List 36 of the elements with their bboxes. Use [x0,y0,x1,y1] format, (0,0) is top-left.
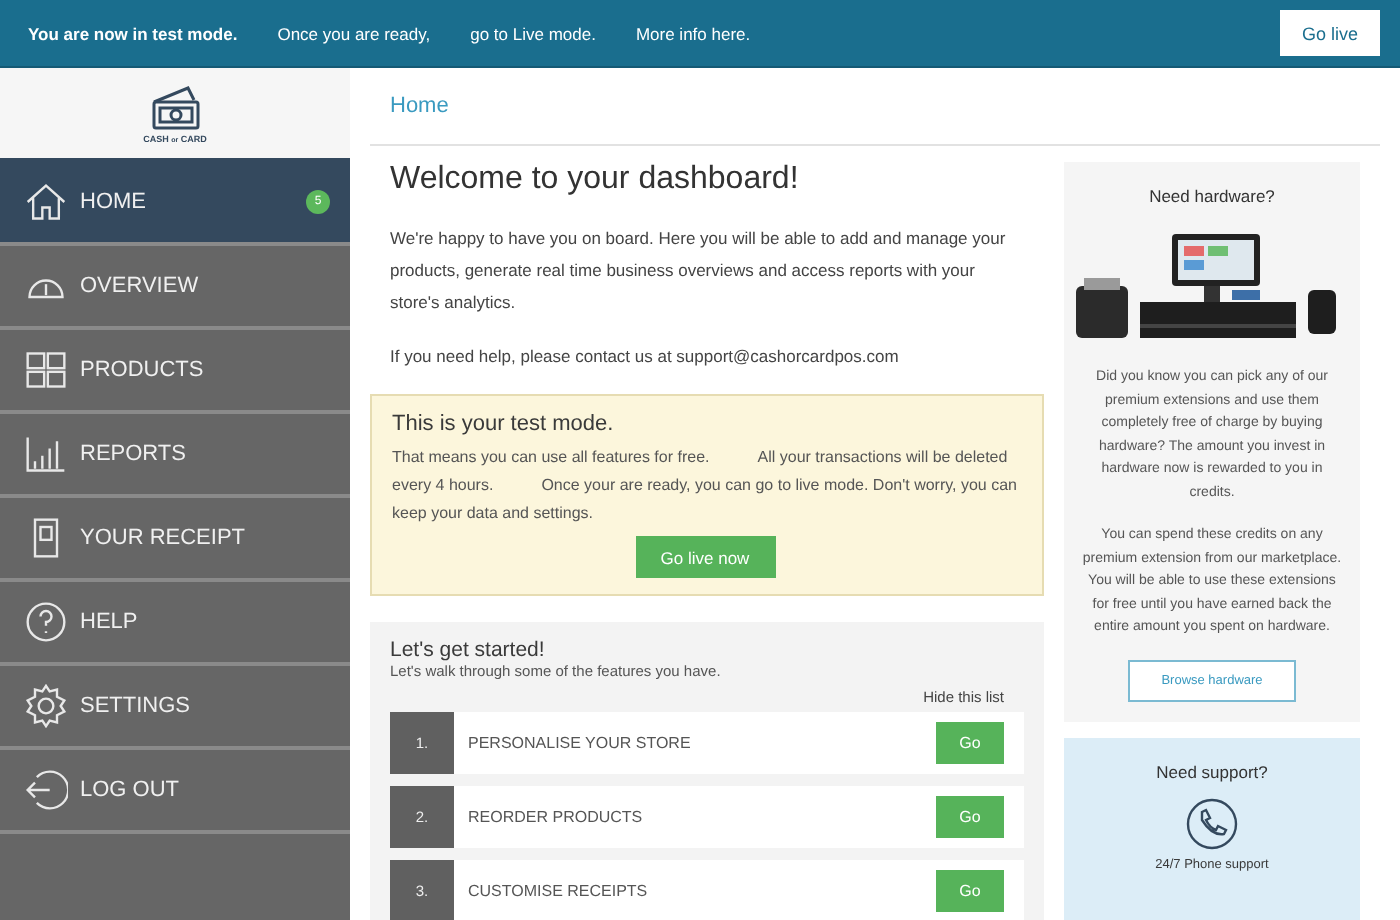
top-bar-message: Once you are ready, [277,23,431,43]
grid-icon [24,348,68,392]
help-icon [24,600,68,644]
welcome-paragraph: If you need help, please contact us at support@cashorcardpos.com [390,344,901,370]
settings-icon [24,684,68,728]
sidebar-item[interactable]: OVERVIEW [0,246,350,330]
go-button[interactable]: Go [936,870,1004,912]
sidebar-item[interactable]: SETTINGS [0,666,350,750]
go-live-now-button[interactable]: Go live now [635,536,775,578]
cash-card-logo-icon [147,83,203,131]
phone-icon [1186,797,1238,849]
step-label: REORDER PRODUCTS [468,808,643,826]
sidebar-item[interactable]: PRODUCTS [0,330,350,414]
test-mode-text: That means you can use all features for free. All your transactions will be deleted every 4 hours. Once your are ready, you can go to live mode. Don't worry, you can keep your data and settings. [392,446,1018,526]
logout-icon [24,768,68,812]
card-title: Need support? [1156,761,1268,781]
step-label: PERSONALISE YOUR STORE [468,734,691,752]
bar-chart-icon [24,432,68,476]
go-button[interactable]: Go [936,796,1004,838]
sidebar-item[interactable]: HELP [0,582,350,666]
card-title: Need hardware? [1149,186,1275,206]
top-bar-message: More info here. [635,23,751,43]
go-button[interactable]: Go [936,722,1004,764]
sidebar-item[interactable]: LOG OUT [0,750,350,834]
panel-title: This is your test mode. [392,412,616,436]
breadcrumb-link[interactable]: Home [390,94,449,118]
go-live-button[interactable]: Go live [1280,10,1380,56]
home-icon [24,180,68,224]
sidebar-item[interactable]: REPORTS [0,414,350,498]
top-bar-message: go to Live mode. [470,23,596,43]
page-title: Welcome to your dashboard! [390,162,801,198]
step-label: CUSTOMISE RECEIPTS [468,882,648,900]
test-mode-notice: You are now in test mode. [28,23,238,43]
sidebar-item[interactable]: YOUR RECEIPT [0,498,350,582]
welcome-paragraph: We're happy to have you on board. Here you will be able to add and manage your products, generate real time business overviews and access reports with your store's analytics. [390,226,1008,316]
panel-title: Let's get started! [390,638,547,662]
